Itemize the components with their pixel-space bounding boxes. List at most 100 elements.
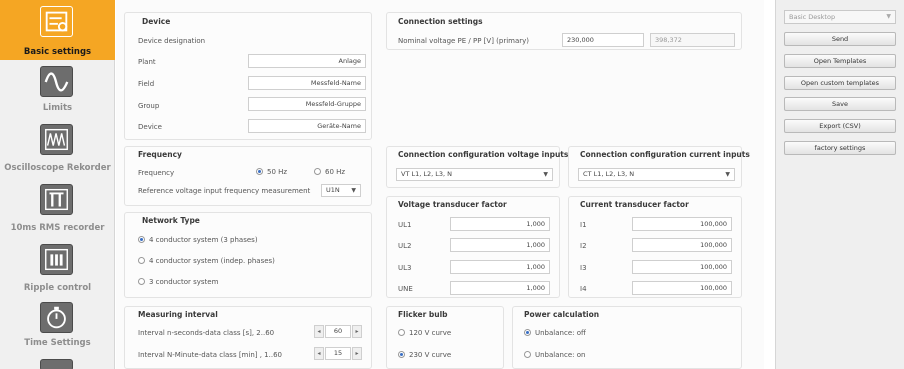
increment-button[interactable]: ▸ bbox=[352, 347, 362, 360]
radio-label: 230 V curve bbox=[409, 351, 452, 359]
radio-label: 60 Hz bbox=[325, 168, 346, 176]
stopwatch-icon bbox=[40, 302, 73, 333]
vt-label: UNE bbox=[398, 285, 413, 293]
group-title: Power calculation bbox=[524, 310, 600, 319]
sidebar-item-more[interactable] bbox=[0, 355, 115, 369]
vt-input[interactable]: 1,000 bbox=[450, 238, 550, 252]
ripple-control-icon bbox=[40, 244, 73, 275]
group-title: Frequency bbox=[138, 150, 182, 159]
radio-label: 120 V curve bbox=[409, 329, 452, 337]
n-minute-label: Interval N-Minute-data class [min] , 1..… bbox=[138, 351, 282, 359]
radio-label: 4 conductor system (indep. phases) bbox=[149, 257, 275, 265]
sidebar-item-oscilloscope[interactable]: Oscilloscope Rekorder bbox=[0, 120, 115, 178]
group-title: Connection configuration voltage inputs bbox=[398, 150, 569, 159]
ref-voltage-label: Reference voltage input frequency measur… bbox=[138, 187, 311, 195]
radio-230v-curve[interactable]: 230 V curve bbox=[398, 351, 451, 359]
radio-3-conductor[interactable]: 3 conductor system bbox=[138, 278, 218, 286]
ct-label: I4 bbox=[580, 285, 587, 293]
device-input[interactable]: Geräte-Name bbox=[248, 119, 366, 133]
sidebar-item-basic-settings[interactable]: Basic settings bbox=[0, 0, 115, 60]
vt-label: UL2 bbox=[398, 242, 412, 250]
n-minute-stepper[interactable]: ◂ 15 ▸ bbox=[314, 347, 362, 360]
save-button[interactable]: Save bbox=[784, 97, 896, 111]
radio-60hz[interactable]: 60 Hz bbox=[314, 168, 345, 176]
conn-voltage-select[interactable]: VT L1, L2, L3, N ▼ bbox=[396, 168, 553, 181]
group-title: Device bbox=[142, 17, 171, 26]
nominal-voltage-input[interactable]: 230,000 bbox=[562, 33, 644, 47]
nominal-voltage-secondary: 398,372 bbox=[650, 33, 735, 47]
vt-input[interactable]: 1,000 bbox=[450, 217, 550, 231]
chevron-down-icon: ▼ bbox=[725, 171, 730, 178]
vt-input[interactable]: 1,000 bbox=[450, 260, 550, 274]
radio-4-conductor-3-phases[interactable]: 4 conductor system (3 phases) bbox=[138, 236, 258, 244]
sidebar-item-time-settings[interactable]: Time Settings bbox=[0, 300, 115, 358]
sidebar-item-label: 10ms RMS recorder bbox=[10, 223, 105, 233]
radio-dot bbox=[256, 168, 263, 175]
conn-current-select[interactable]: CT L1, L2, L3, N ▼ bbox=[578, 168, 735, 181]
decrement-button[interactable]: ◂ bbox=[314, 325, 324, 338]
sidebar: Basic settings Limits Oscilloscope Rekor… bbox=[0, 0, 115, 369]
radio-dot bbox=[138, 236, 145, 243]
sidebar-item-ripple-control[interactable]: Ripple control bbox=[0, 240, 115, 298]
radio-dot bbox=[138, 257, 145, 264]
radio-120v-curve[interactable]: 120 V curve bbox=[398, 329, 451, 337]
group-title: Current transducer factor bbox=[580, 200, 689, 209]
select-value: U1N bbox=[326, 186, 340, 194]
device-label: Device bbox=[138, 123, 162, 131]
ct-input[interactable]: 100,000 bbox=[632, 260, 732, 274]
factory-settings-button[interactable]: factory settings bbox=[784, 141, 896, 155]
radio-unbalance-off[interactable]: Unbalance: off bbox=[524, 329, 586, 337]
profile-select[interactable]: Basic Desktop ▼ bbox=[784, 10, 896, 24]
radio-label: 3 conductor system bbox=[149, 278, 219, 286]
main-panel: Device Device designation Plant Anlage F… bbox=[116, 0, 764, 369]
ct-input[interactable]: 100,000 bbox=[632, 217, 732, 231]
ct-input[interactable]: 100,000 bbox=[632, 238, 732, 252]
field-input[interactable]: Messfeld-Name bbox=[248, 76, 366, 90]
radio-dot bbox=[398, 329, 405, 336]
rms-recorder-icon bbox=[40, 184, 73, 215]
plant-input[interactable]: Anlage bbox=[248, 54, 366, 68]
sidebar-item-10ms-rms[interactable]: 10ms RMS recorder bbox=[0, 180, 115, 238]
radio-4-conductor-indep[interactable]: 4 conductor system (indep. phases) bbox=[138, 257, 275, 265]
ref-voltage-select[interactable]: U1N ▼ bbox=[321, 184, 361, 197]
export-csv-button[interactable]: Export (CSV) bbox=[784, 119, 896, 133]
ct-input[interactable]: 100,000 bbox=[632, 281, 732, 295]
group-input[interactable]: Messfeld-Gruppe bbox=[248, 97, 366, 111]
n-seconds-stepper[interactable]: ◂ 60 ▸ bbox=[314, 325, 362, 338]
radio-label: 4 conductor system (3 phases) bbox=[149, 236, 258, 244]
plant-label: Plant bbox=[138, 58, 156, 66]
chevron-down-icon: ▼ bbox=[543, 171, 548, 178]
vt-input[interactable]: 1,000 bbox=[450, 281, 550, 295]
radio-dot bbox=[138, 278, 145, 285]
frequency-label: Frequency bbox=[138, 169, 175, 177]
sidebar-item-limits[interactable]: Limits bbox=[0, 62, 115, 118]
field-label: Field bbox=[138, 80, 155, 88]
select-value: VT L1, L2, L3, N bbox=[401, 170, 453, 178]
radio-dot bbox=[314, 168, 321, 175]
radio-dot bbox=[398, 351, 405, 358]
send-button[interactable]: Send bbox=[784, 32, 896, 46]
open-custom-templates-button[interactable]: Open custom templates bbox=[784, 76, 896, 90]
right-panel: Basic Desktop ▼ Send Open Templates Open … bbox=[775, 0, 904, 369]
vt-label: UL3 bbox=[398, 264, 412, 272]
ct-label: I1 bbox=[580, 221, 587, 229]
decrement-button[interactable]: ◂ bbox=[314, 347, 324, 360]
radio-dot bbox=[524, 351, 531, 358]
group-title: Voltage transducer factor bbox=[398, 200, 507, 209]
sidebar-item-label: Limits bbox=[42, 103, 73, 113]
n-minute-value[interactable]: 15 bbox=[325, 347, 351, 360]
increment-button[interactable]: ▸ bbox=[352, 325, 362, 338]
n-seconds-value[interactable]: 60 bbox=[325, 325, 351, 338]
group-title: Connection settings bbox=[398, 17, 483, 26]
sidebar-item-label: Oscilloscope Rekorder bbox=[4, 163, 111, 173]
radio-unbalance-on[interactable]: Unbalance: on bbox=[524, 351, 585, 359]
radio-50hz[interactable]: 50 Hz bbox=[256, 168, 287, 176]
n-seconds-label: Interval n-seconds-data class [s], 2..60 bbox=[138, 329, 275, 337]
select-value: CT L1, L2, L3, N bbox=[583, 170, 635, 178]
vt-label: UL1 bbox=[398, 221, 412, 229]
sidebar-item-label: Ripple control bbox=[23, 283, 92, 293]
designation-label: Device designation bbox=[138, 37, 206, 45]
group-title: Network Type bbox=[142, 216, 200, 225]
sidebar-item-label: Basic settings bbox=[23, 47, 92, 57]
open-templates-button[interactable]: Open Templates bbox=[784, 54, 896, 68]
